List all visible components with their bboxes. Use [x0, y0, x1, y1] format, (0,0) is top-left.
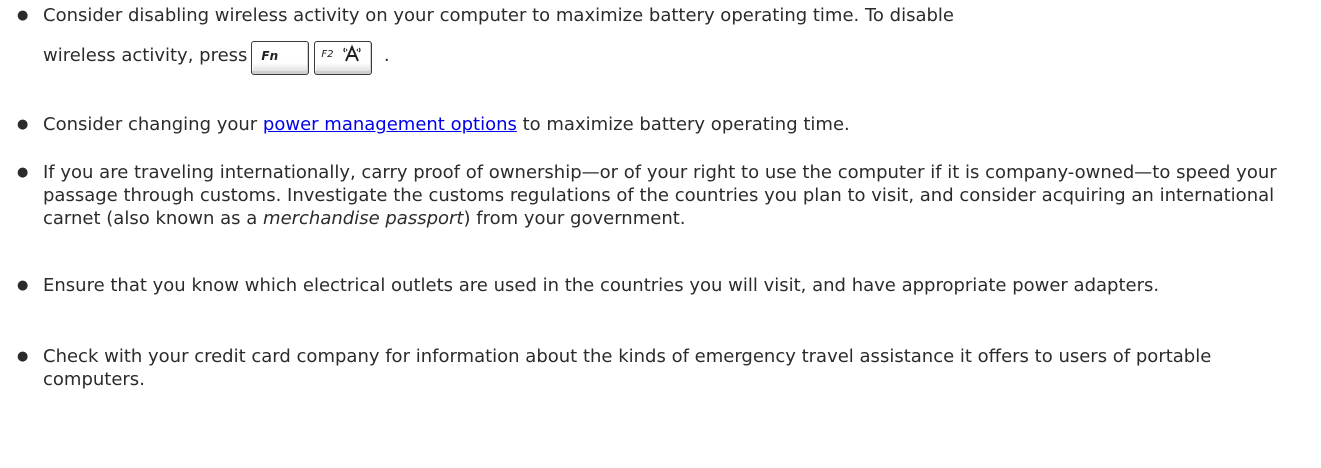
item-text: to maximize battery operating time. — [516, 114, 850, 135]
f2-key-image: F2 — [314, 41, 373, 75]
item-text-line2: wireless activity, press Fn F2 . — [43, 41, 390, 75]
key-combination: Fn F2 — [251, 41, 373, 75]
power-management-options-link[interactable]: power management options — [263, 114, 517, 135]
item-text: ) from your government. — [463, 208, 686, 229]
f2-key-label: F2 — [321, 49, 334, 60]
item-text: wireless activity, press — [43, 45, 248, 66]
item-text: Consider changing your — [43, 114, 263, 135]
list-item-international-travel: If you are traveling internationally, ca… — [17, 161, 1298, 230]
wireless-antenna-icon — [343, 44, 362, 62]
fn-key-image: Fn — [251, 41, 310, 75]
list-item-disable-wireless: Consider disabling wireless activity on … — [17, 4, 1298, 75]
list-item-credit-card: Check with your credit card company for … — [17, 345, 1298, 391]
fn-key-label: Fn — [261, 49, 279, 63]
list-item-electrical-outlets: Ensure that you know which electrical ou… — [17, 274, 1298, 297]
item-text: Check with your credit card company for … — [43, 346, 1212, 390]
item-text: Consider disabling wireless activity on … — [43, 5, 954, 26]
item-text-end: . — [383, 45, 390, 66]
merchandise-passport-emphasis: merchandise passport — [263, 208, 464, 229]
list-item-power-management: Consider changing your power management … — [17, 113, 1298, 136]
item-text: Ensure that you know which electrical ou… — [43, 275, 1160, 296]
